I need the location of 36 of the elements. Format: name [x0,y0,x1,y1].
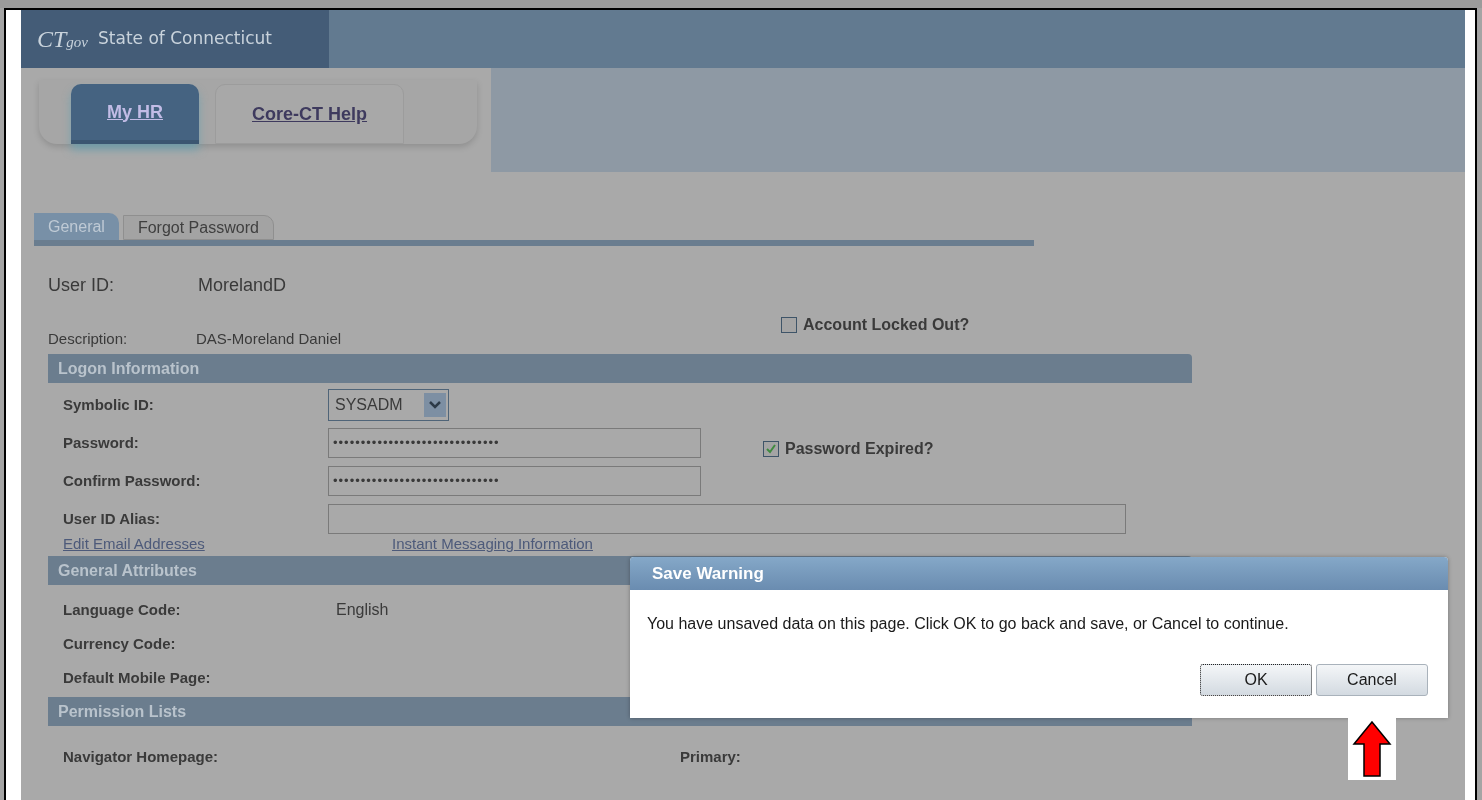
field-label: Confirm Password: [63,470,202,491]
field-label: Symbolic ID: [63,394,155,415]
checkmark-icon [765,443,777,455]
site-title: State of Connecticut [98,27,273,51]
password-field[interactable]: •••••••••••••••••••••••••••••• [328,428,701,458]
alias-field[interactable] [328,504,1126,534]
dialog-button[interactable]: Cancel [1316,664,1428,696]
field-label: Primary: [680,747,741,767]
field-value: English [336,600,389,620]
field-value: MorelandD [198,274,287,297]
nav-tab[interactable]: My HR [71,84,199,144]
dialog-message: You have unsaved data on this page. Click OK to go back and save, or Cancel to continue. [646,614,1290,634]
checkbox[interactable] [763,441,779,457]
symbolic-id-select[interactable]: SYSADM [328,389,449,421]
field-label: User ID: [48,274,115,297]
field-label: Currency Code: [63,633,177,654]
field-label: Language Code: [63,599,182,620]
link[interactable]: Edit Email Addresses [63,532,392,555]
logo: CTgov [37,27,89,51]
link[interactable]: Instant Messaging Information [392,532,593,555]
password-field[interactable]: •••••••••••••••••••••••••••••• [328,466,701,496]
field-label: Default Mobile Page: [63,667,212,688]
field-label: Description: [48,329,129,349]
field-value: DAS-Moreland Daniel [196,329,342,349]
checkbox-label: Password Expired? [785,439,934,459]
chevron-down-icon [424,393,446,417]
page-tab[interactable]: Forgot Password [122,215,274,240]
nav-tab[interactable]: Core-CT Help [215,84,405,144]
dialog-button[interactable]: OK [1200,664,1312,696]
field-label: Navigator Homepage: [63,747,220,767]
field-label: User ID Alias: [63,508,161,529]
field-label: Password: [63,432,140,453]
checkbox[interactable] [781,316,797,333]
section-header: Logon Information [48,354,1192,383]
dialog-title-bar: Save Warning [630,557,1448,590]
checkbox-label: Account Locked Out? [803,314,970,335]
